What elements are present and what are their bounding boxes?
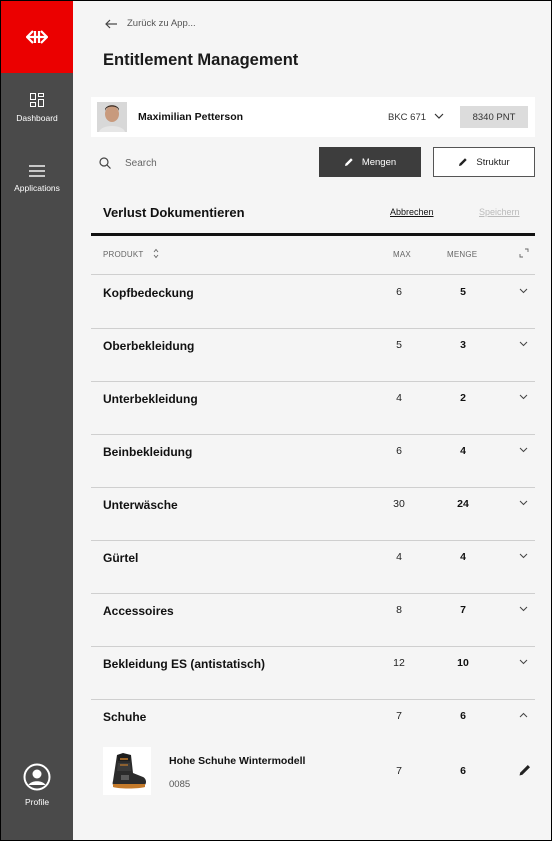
- column-header-menge: MENGE: [447, 250, 478, 259]
- column-header-product[interactable]: PRODUKT: [103, 250, 144, 259]
- row-max: 8: [396, 604, 402, 616]
- avatar: [97, 102, 127, 132]
- sidebar-item-label: Dashboard: [16, 113, 58, 123]
- column-header-max: MAX: [393, 250, 411, 259]
- row-product-name: Bekleidung ES (antistatisch): [103, 657, 266, 671]
- sub-item-menge: 6: [460, 765, 466, 777]
- chevron-down-icon[interactable]: [434, 112, 444, 120]
- row-product-name: Oberbekleidung: [103, 339, 195, 353]
- mengen-button-label: Mengen: [361, 156, 397, 168]
- row-max: 4: [396, 392, 402, 404]
- table-row[interactable]: Beinbekleidung 6 4: [91, 435, 535, 488]
- row-product-name: Accessoires: [103, 604, 174, 618]
- save-link[interactable]: Speichern: [479, 207, 520, 217]
- pencil-icon: [344, 158, 353, 166]
- row-menge: 6: [460, 710, 466, 722]
- sort-icon[interactable]: [153, 248, 159, 259]
- chevron-down-icon[interactable]: [519, 341, 528, 347]
- sub-item-max: 7: [396, 765, 402, 777]
- row-max: 12: [393, 657, 405, 669]
- page-title: Entitlement Management: [103, 51, 299, 69]
- sidebar-item-applications[interactable]: Applications: [1, 165, 73, 193]
- user-card: Maximilian Petterson BKC 671 8340 PNT: [91, 97, 535, 137]
- row-max: 30: [393, 498, 405, 510]
- chevron-down-icon[interactable]: [519, 447, 528, 453]
- back-link-label: Zurück zu App...: [127, 18, 196, 29]
- row-menge: 24: [457, 498, 469, 510]
- search-input[interactable]: Search: [99, 149, 299, 177]
- section-title: Verlust Dokumentieren: [103, 205, 245, 220]
- user-name: Maximilian Petterson: [138, 111, 244, 123]
- row-product-name: Gürtel: [103, 551, 139, 565]
- row-menge: 2: [460, 392, 466, 404]
- divider: [91, 233, 535, 236]
- sub-item-name: Hohe Schuhe Wintermodell: [169, 755, 306, 767]
- table-row[interactable]: Kopfbedeckung 6 5: [91, 276, 535, 329]
- table-row-expanded[interactable]: Schuhe 7 6: [91, 700, 535, 740]
- row-product-name: Schuhe: [103, 710, 147, 724]
- row-max: 5: [396, 339, 402, 351]
- table-row[interactable]: Bekleidung ES (antistatisch) 12 10: [91, 647, 535, 700]
- points-badge: 8340 PNT: [460, 106, 528, 128]
- row-max: 6: [396, 286, 402, 298]
- table-row[interactable]: Unterbekleidung 4 2: [91, 382, 535, 435]
- bkc-selector[interactable]: BKC 671: [388, 112, 426, 123]
- row-menge: 5: [460, 286, 466, 298]
- expand-icon[interactable]: [519, 248, 529, 258]
- chevron-down-icon[interactable]: [519, 288, 528, 294]
- chevron-up-icon[interactable]: [519, 712, 528, 718]
- row-menge: 3: [460, 339, 466, 351]
- sidebar-item-label: Applications: [14, 183, 60, 193]
- dashboard-icon: [30, 93, 44, 107]
- back-link[interactable]: Zurück zu App...: [105, 18, 196, 29]
- product-image: [103, 747, 151, 795]
- app-frame: Dashboard Applications Profile Zurück zu…: [1, 1, 551, 840]
- sidebar: Dashboard Applications Profile: [1, 1, 73, 840]
- sbb-logo-icon: [26, 30, 48, 44]
- pencil-icon: [459, 158, 468, 166]
- search-placeholder: Search: [125, 157, 157, 169]
- row-max: 6: [396, 445, 402, 457]
- menu-icon: [29, 165, 45, 177]
- sidebar-item-profile[interactable]: Profile: [1, 763, 73, 807]
- row-menge: 4: [460, 551, 466, 563]
- table-row[interactable]: Accessoires 8 7: [91, 594, 535, 647]
- table-row[interactable]: Gürtel 4 4: [91, 541, 535, 594]
- boot-image: [103, 747, 151, 795]
- chevron-down-icon[interactable]: [519, 500, 528, 506]
- chevron-down-icon[interactable]: [519, 394, 528, 400]
- struktur-button-label: Struktur: [476, 156, 510, 168]
- sub-item-row: Hohe Schuhe Wintermodell 0085 7 6: [91, 741, 535, 801]
- row-menge: 4: [460, 445, 466, 457]
- row-max: 7: [396, 710, 402, 722]
- table-row[interactable]: Oberbekleidung 5 3: [91, 329, 535, 382]
- row-menge: 7: [460, 604, 466, 616]
- table-header: PRODUKT MAX MENGE: [91, 237, 535, 275]
- sidebar-item-label: Profile: [24, 797, 50, 807]
- row-product-name: Kopfbedeckung: [103, 286, 194, 300]
- main-content: Zurück zu App... Entitlement Management …: [73, 1, 551, 840]
- row-product-name: Unterbekleidung: [103, 392, 198, 406]
- mengen-button[interactable]: Mengen: [319, 147, 421, 177]
- avatar-image: [97, 102, 127, 132]
- arrow-left-icon: [105, 19, 117, 28]
- chevron-down-icon[interactable]: [519, 659, 528, 665]
- row-menge: 10: [457, 657, 469, 669]
- struktur-button[interactable]: Struktur: [433, 147, 535, 177]
- sub-item-code: 0085: [169, 779, 191, 790]
- row-product-name: Unterwäsche: [103, 498, 178, 512]
- cancel-link[interactable]: Abbrechen: [390, 207, 434, 217]
- row-product-name: Beinbekleidung: [103, 445, 193, 459]
- chevron-down-icon[interactable]: [519, 553, 528, 559]
- table-row[interactable]: Unterwäsche 30 24: [91, 488, 535, 541]
- chevron-down-icon[interactable]: [519, 606, 528, 612]
- sbb-logo[interactable]: [1, 1, 73, 73]
- user-icon: [23, 763, 51, 791]
- search-icon: [99, 157, 111, 169]
- pencil-icon[interactable]: [518, 763, 532, 777]
- sidebar-item-dashboard[interactable]: Dashboard: [1, 93, 73, 123]
- row-max: 4: [396, 551, 402, 563]
